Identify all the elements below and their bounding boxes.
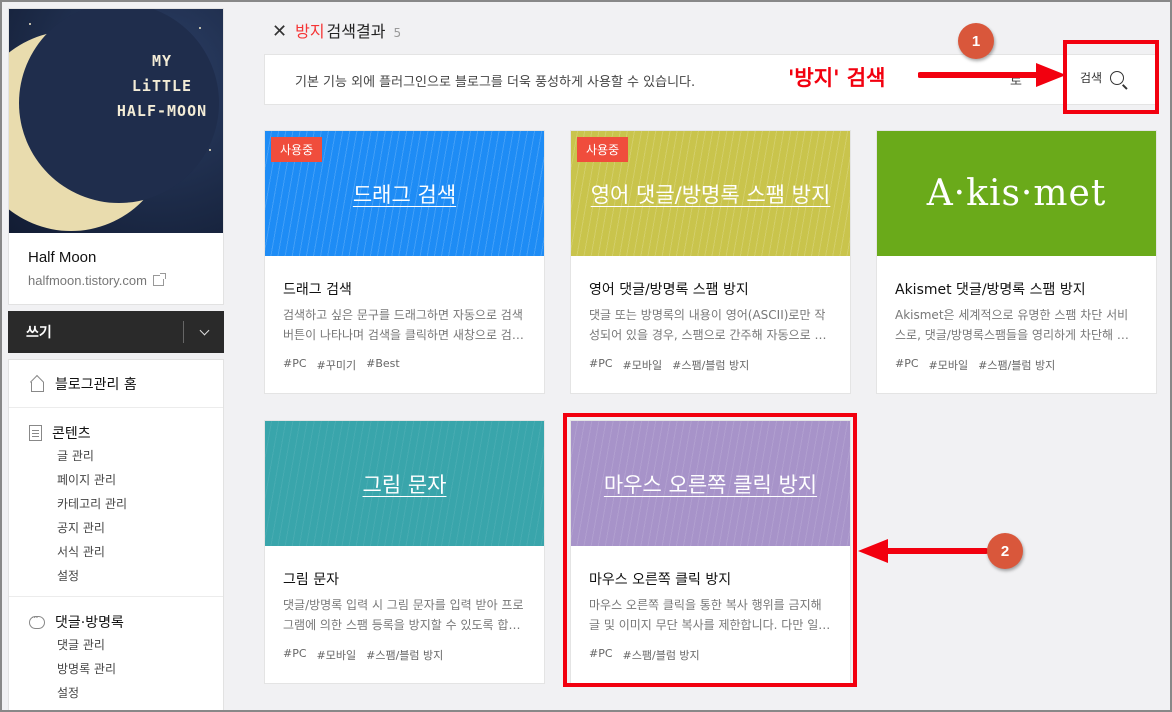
plugin-name[interactable]: Akismet 댓글/방명록 스팸 방지: [895, 279, 1086, 299]
blog-cover-image[interactable]: MY LiTTLE HALF-MOON: [9, 9, 223, 233]
menu-head-comments[interactable]: 댓글·방명록: [9, 611, 223, 633]
search-result-header: ✕ 방지 검색결과 5: [272, 18, 401, 42]
tag[interactable]: #스팸/블럼 방지: [978, 357, 1055, 373]
menu-item-notice-manage[interactable]: 공지 관리: [9, 516, 223, 540]
menu-item-comment-manage[interactable]: 댓글 관리: [9, 633, 223, 657]
tag[interactable]: #스팸/블럼 방지: [672, 357, 749, 373]
plugin-tags: #PC #모바일 #스팸/블럼 방지: [283, 647, 443, 663]
tag[interactable]: #PC: [895, 357, 919, 373]
menu-section-comments: 댓글·방명록 댓글 관리 방명록 관리 설정: [9, 597, 223, 712]
menu-head-label: 댓글·방명록: [55, 615, 124, 631]
plugin-desc: 검색하고 싶은 문구를 드래그하면 자동으로 검색 버튼이 나타나며 검색을 클…: [283, 308, 523, 342]
menu-home-label: 블로그관리 홈: [55, 376, 137, 393]
tag[interactable]: #스팸/블럼 방지: [366, 647, 443, 663]
plugin-description: 기본 기능 외에 플러그인으로 블로그를 더욱 풍성하게 사용할 수 있습니다.: [295, 75, 696, 90]
plugin-name[interactable]: 그림 문자: [283, 569, 339, 589]
blog-url-link[interactable]: halfmoon.tistory.com: [28, 273, 166, 288]
menu-item-contents-settings[interactable]: 설정: [9, 564, 223, 588]
plugin-desc: 댓글/방명록 입력 시 그림 문자를 입력 받아 프로그램에 의한 스팸 등록을…: [283, 598, 524, 632]
tag[interactable]: #PC: [283, 357, 307, 373]
plugin-name[interactable]: 영어 댓글/방명록 스팸 방지: [589, 279, 749, 299]
speech-bubble-icon: [29, 613, 45, 629]
plugin-tags: #PC #꾸미기 #Best: [283, 357, 400, 373]
result-count: 5: [393, 26, 402, 40]
close-icon[interactable]: ✕: [272, 23, 287, 41]
thumbnail-title: 그림 문자: [362, 472, 447, 497]
akismet-logo: A·kis·met: [926, 173, 1107, 214]
result-label: 검색결과: [326, 22, 386, 41]
tag[interactable]: #모바일: [929, 357, 969, 373]
menu-item-guestbook-manage[interactable]: 방명록 관리: [9, 657, 223, 681]
plugin-thumbnail[interactable]: 사용중 드래그 검색: [265, 131, 544, 256]
tag[interactable]: #모바일: [623, 357, 663, 373]
document-icon: [29, 425, 42, 441]
write-button-group: 쓰기: [8, 311, 224, 353]
plugin-thumbnail[interactable]: 사용중 영어 댓글/방명록 스팸 방지: [571, 131, 850, 256]
plugin-desc: 댓글 또는 방명록의 내용이 영어(ASCII)로만 작성되어 있을 경우, 스…: [589, 308, 826, 342]
write-button[interactable]: 쓰기: [8, 322, 183, 342]
arrow-to-search-icon: [918, 63, 1066, 87]
blog-url-text[interactable]: halfmoon.tistory.com: [28, 273, 147, 288]
menu-item-template-manage[interactable]: 서식 관리: [9, 540, 223, 564]
result-keyword: 방지: [295, 22, 325, 41]
step-2-badge: 2: [987, 533, 1023, 569]
plugin-card-captcha[interactable]: 그림 문자 그림 문자 댓글/방명록 입력 시 그림 문자를 입력 받아 프로그…: [264, 420, 545, 684]
menu-head-contents[interactable]: 콘텐츠: [9, 422, 223, 444]
in-use-badge: 사용중: [577, 137, 629, 162]
menu-item-category-manage[interactable]: 카테고리 관리: [9, 492, 223, 516]
plugin-tags: #PC #모바일 #스팸/블럼 방지: [895, 357, 1055, 373]
menu-section-contents: 콘텐츠 글 관리 페이지 관리 카테고리 관리 공지 관리 서식 관리 설정: [9, 408, 223, 597]
plugin-desc: Akismet은 세계적으로 유명한 스팸 차단 서비스로, 댓글/방명록스팸들…: [895, 308, 1139, 342]
plugin-thumbnail[interactable]: 그림 문자: [265, 421, 544, 546]
chevron-down-icon: [199, 325, 209, 335]
blog-name[interactable]: Half Moon: [28, 249, 96, 266]
thumbnail-title: 드래그 검색: [352, 182, 457, 207]
write-dropdown-toggle[interactable]: [184, 311, 224, 353]
menu-item-blog-home[interactable]: 블로그관리 홈: [9, 360, 223, 408]
plugin-name[interactable]: 드래그 검색: [283, 279, 352, 299]
plugin-card-drag-search[interactable]: 사용중 드래그 검색 드래그 검색 검색하고 싶은 문구를 드래그하면 자동으로…: [264, 130, 545, 394]
thumbnail-title: 영어 댓글/방명록 스팸 방지: [590, 182, 831, 207]
menu-item-page-manage[interactable]: 페이지 관리: [9, 468, 223, 492]
callout-text: '방지' 검색: [788, 66, 886, 90]
tag[interactable]: #PC: [283, 647, 307, 663]
tag[interactable]: #PC: [589, 357, 613, 373]
menu-head-label: 콘텐츠: [52, 426, 91, 442]
in-use-badge: 사용중: [271, 137, 323, 162]
tag[interactable]: #Best: [366, 357, 400, 373]
admin-menu: 블로그관리 홈 콘텐츠 글 관리 페이지 관리 카테고리 관리 공지 관리 서식…: [8, 359, 224, 712]
tag[interactable]: #꾸미기: [317, 357, 357, 373]
menu-item-post-manage[interactable]: 글 관리: [9, 444, 223, 468]
plugin-tags: #PC #모바일 #스팸/블럼 방지: [589, 357, 749, 373]
cover-title: MY LiTTLE HALF-MOON: [116, 52, 208, 120]
plugin-card-akismet[interactable]: A·kis·met Akismet 댓글/방명록 스팸 방지 Akismet은 …: [876, 130, 1157, 394]
blog-profile-card: MY LiTTLE HALF-MOON Half Moon halfmoon.t…: [8, 8, 224, 305]
home-icon: [29, 377, 45, 392]
tag[interactable]: #모바일: [317, 647, 357, 663]
search-highlight-box: [1063, 40, 1159, 114]
plugin-thumbnail[interactable]: A·kis·met: [877, 131, 1156, 256]
step-1-badge: 1: [958, 23, 994, 59]
plugin-card-english-spam-block[interactable]: 사용중 영어 댓글/방명록 스팸 방지 영어 댓글/방명록 스팸 방지 댓글 또…: [570, 130, 851, 394]
result-highlight-box: [563, 413, 857, 687]
arrow-to-result-icon: [858, 539, 989, 563]
menu-item-comments-settings[interactable]: 설정: [9, 681, 223, 705]
external-link-icon[interactable]: [152, 273, 166, 286]
